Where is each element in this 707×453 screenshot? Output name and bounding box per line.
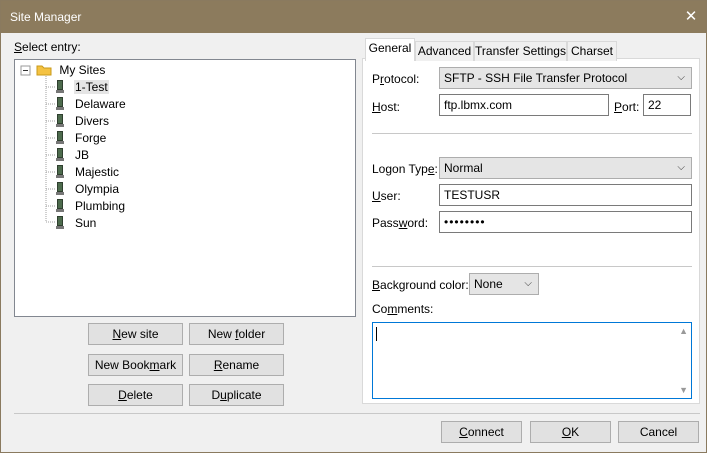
tree-item-label: Forge [75,131,107,145]
new-folder-button[interactable]: New folder [189,323,284,345]
server-icon [56,97,64,111]
logon-type-value: Normal [444,161,483,175]
select-entry-label-rest: elect entry: [22,40,81,54]
scroll-down-icon[interactable]: ▼ [679,385,688,395]
tree-item-label: Majestic [75,165,120,179]
server-icon [56,165,64,179]
background-color-value: None [474,277,503,291]
tree-item-site[interactable]: Divers [56,113,110,129]
folder-icon [36,65,52,76]
site-tree[interactable]: My Sites 1-Test Delaware Divers Forge JB Maje… [14,59,356,317]
server-icon [56,199,64,213]
user-label: User: [372,189,401,203]
logon-type-label: Logon Type: [372,162,438,176]
tree-item-label: Delaware [75,97,126,111]
password-input[interactable]: •••••••• [439,211,692,233]
tab-general[interactable]: General [365,38,415,61]
tree-item-label: JB [75,148,90,162]
tree-item-site[interactable]: Delaware [56,96,127,112]
background-color-label: Background color: [372,278,469,292]
tree-root-my-sites[interactable]: My Sites [36,62,105,78]
duplicate-button[interactable]: Duplicate [189,384,284,406]
server-icon [56,182,64,196]
chevron-down-icon: ⌵ [524,278,532,289]
server-icon [56,148,64,162]
tree-item-site[interactable]: JB [56,147,90,163]
tab-transfer-settings[interactable]: Transfer Settings [474,41,567,61]
tab-charset[interactable]: Charset [567,41,617,61]
site-settings-panel: General Advanced Transfer Settings Chars… [362,38,700,404]
port-label: Port: [614,100,640,114]
new-bookmark-button[interactable]: New Bookmark [88,354,183,376]
comments-textarea[interactable]: ▲ ▼ [372,322,692,399]
new-site-button[interactable]: New site [88,323,183,345]
tree-item-label: Olympia [75,182,120,196]
tree-item-label: Sun [75,216,97,230]
logon-type-select[interactable]: Normal ⌵ [439,157,692,179]
background-color-select[interactable]: None ⌵ [469,273,539,295]
tree-item-site[interactable]: Olympia [56,181,120,197]
title-bar[interactable]: Site Manager ✕ [1,1,706,33]
server-icon [56,80,64,94]
connect-button[interactable]: Connect [441,421,522,443]
tree-item-label: Plumbing [75,199,126,213]
window-title: Site Manager [10,10,82,24]
user-input[interactable]: TESTUSR [439,184,692,206]
chevron-down-icon: ⌵ [677,162,685,173]
host-input[interactable]: ftp.lbmx.com [439,94,609,116]
password-label: Password: [372,216,429,230]
protocol-label: Protocol: [372,72,420,86]
port-input[interactable]: 22 [643,94,691,116]
protocol-value: SFTP - SSH File Transfer Protocol [444,71,628,85]
separator [372,133,692,134]
tree-item-label: 1-Test [74,80,109,94]
comments-label: Comments: [372,302,434,316]
server-icon [56,114,64,128]
tree-item-site[interactable]: Majestic [56,164,120,180]
ok-button[interactable]: OK [530,421,611,443]
host-label: Host: [372,100,401,114]
scroll-up-icon[interactable]: ▲ [679,326,688,336]
server-icon [56,216,64,230]
separator [372,266,692,267]
tree-item-site[interactable]: Sun [56,215,97,231]
tree-item-site[interactable]: Plumbing [56,198,126,214]
tree-root-label: My Sites [59,63,106,77]
tree-item-site[interactable]: Forge [56,130,107,146]
site-manager-window: Site Manager ✕ Select entry: My Sites 1-… [0,0,707,453]
tree-item-label: Divers [75,114,110,128]
text-cursor [376,327,377,341]
rename-button[interactable]: Rename [189,354,284,376]
protocol-select[interactable]: SFTP - SSH File Transfer Protocol ⌵ [439,67,692,89]
tree-item-site[interactable]: 1-Test [56,79,109,95]
chevron-down-icon: ⌵ [677,72,685,83]
server-icon [56,131,64,145]
tab-advanced[interactable]: Advanced [415,41,474,61]
footer-separator [14,413,700,414]
select-entry-label: Select entry: [14,40,81,54]
delete-button[interactable]: Delete [88,384,183,406]
close-icon[interactable]: ✕ [676,1,706,33]
cancel-button[interactable]: Cancel [618,421,699,443]
